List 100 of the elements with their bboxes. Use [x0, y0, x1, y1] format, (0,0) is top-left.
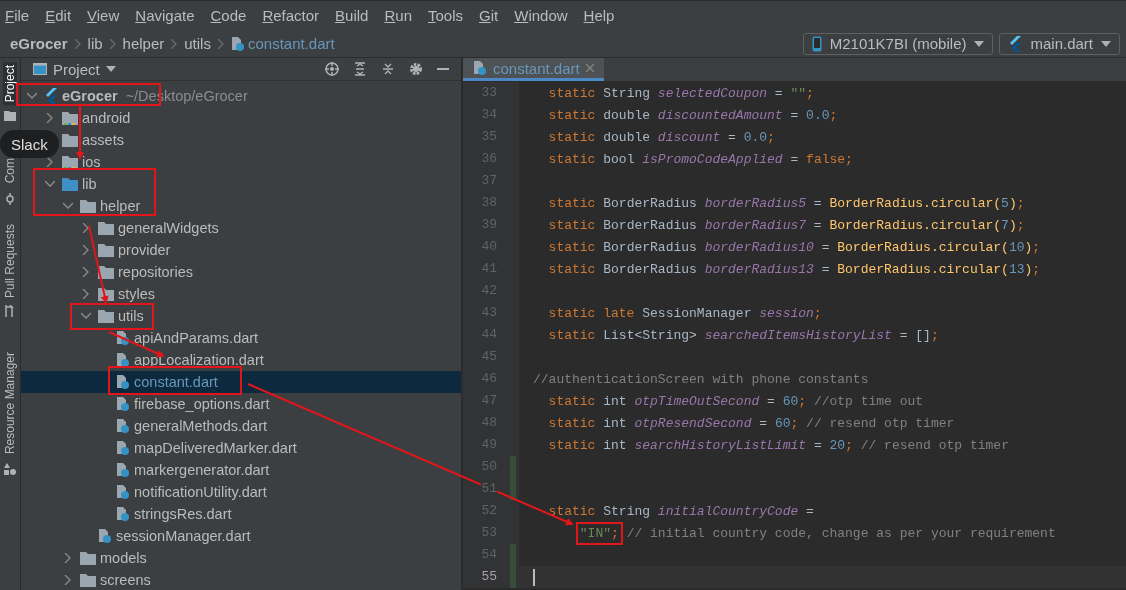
folder-icon	[62, 177, 78, 191]
folder-icon	[98, 221, 114, 235]
tree-item[interactable]: mapDeliveredMarker.dart	[116, 440, 297, 456]
device-selector[interactable]: M2101K7BI (mobile)	[802, 32, 994, 55]
dart-file-icon	[116, 506, 130, 522]
breadcrumb[interactable]: eGrocer	[10, 35, 68, 52]
menu-item[interactable]: Git	[479, 7, 499, 24]
dart-file-icon	[116, 440, 130, 456]
code-line: static double discount = 0.0;	[547, 129, 775, 145]
menu-item[interactable]: File	[5, 7, 30, 24]
tool-window-tab[interactable]: Pull Requests	[3, 220, 17, 301]
tree-item[interactable]: stringsRes.dart	[116, 506, 232, 522]
chevron-right-icon[interactable]	[82, 245, 90, 255]
folder-icon	[80, 573, 96, 587]
tool-window-tab[interactable]: Resource Manager	[3, 348, 17, 457]
menu-item[interactable]: Code	[210, 7, 247, 24]
code-line: static BorderRadius borderRadius10 = BorderRadius.circular(10);	[547, 239, 1041, 255]
text-cursor	[533, 568, 535, 586]
dart-file-icon	[473, 60, 487, 76]
code-line: static bool isPromoCodeApplied = false;	[547, 151, 853, 167]
chevron-right-icon[interactable]	[82, 223, 90, 233]
annotation-arrow	[76, 105, 84, 160]
tool-window-tab[interactable]: Com	[3, 155, 17, 187]
minimize-icon[interactable]	[437, 67, 449, 71]
collapse-all-icon[interactable]	[381, 62, 395, 76]
menu-item[interactable]: Build	[335, 7, 369, 24]
pull-request-icon[interactable]	[4, 304, 16, 317]
panel-title[interactable]: Project	[53, 60, 100, 78]
chevron-down-icon[interactable]	[45, 180, 55, 188]
menu-item[interactable]: Edit	[45, 7, 72, 24]
folder-icon	[62, 133, 78, 147]
code-line: static BorderRadius borderRadius13 = BorderRadius.circular(13);	[547, 261, 1041, 277]
tree-item[interactable]: notificationUtility.dart	[116, 484, 267, 500]
folder-icon	[98, 243, 114, 257]
tree-item[interactable]: generalWidgets	[98, 220, 219, 236]
folder-icon	[80, 551, 96, 565]
dart-file-icon	[116, 462, 130, 478]
chevron-right-icon[interactable]	[64, 575, 72, 585]
menu-item[interactable]: Window	[514, 7, 568, 24]
expand-all-icon[interactable]	[353, 62, 367, 76]
close-icon[interactable]	[585, 64, 594, 72]
shapes-icon[interactable]	[4, 462, 16, 475]
code-line: static List<String> searchedItemsHistoryList = [];	[547, 327, 939, 343]
chevron-right-icon[interactable]	[82, 289, 90, 299]
code-line: static late SessionManager session;	[547, 305, 822, 321]
tree-item[interactable]: provider	[98, 242, 171, 258]
chevron-down-icon[interactable]	[27, 92, 37, 100]
tree-item[interactable]: assets	[62, 132, 124, 148]
chevron-right-icon[interactable]	[46, 113, 54, 123]
breadcrumb-separator-icon	[73, 38, 82, 49]
chevron-down-icon[interactable]	[81, 312, 91, 320]
menu-item[interactable]: Help	[583, 7, 615, 24]
code-line: static int searchHistoryListLimit = 20; // resend otp timer	[547, 437, 1009, 453]
dart-file-icon	[98, 528, 112, 544]
tree-item[interactable]: utils	[98, 308, 144, 324]
menu-item[interactable]: Run	[384, 7, 412, 24]
breadcrumb-separator-icon	[170, 38, 179, 49]
tree-item[interactable]: sessionManager.dart	[98, 528, 251, 544]
locate-icon[interactable]	[325, 62, 339, 76]
code-line: static String initialCountryCode =	[547, 503, 814, 519]
tree-item[interactable]: helper	[80, 198, 141, 214]
tree-item[interactable]: generalMethods.dart	[116, 418, 267, 434]
tree-item[interactable]: styles	[98, 286, 156, 302]
breadcrumb[interactable]: lib	[87, 35, 103, 52]
code-line: //authenticationScreen with phone constants	[533, 371, 869, 387]
tree-item[interactable]: appLocalization.dart	[116, 352, 264, 368]
tree-item[interactable]: ios	[62, 154, 101, 170]
phone-icon	[811, 35, 822, 52]
tool-window-tab[interactable]: Project	[3, 62, 17, 106]
tree-item[interactable]: screens	[80, 572, 151, 588]
tree-item[interactable]: apiAndParams.dart	[116, 330, 259, 346]
menu-item[interactable]: Refactor	[262, 7, 320, 24]
tree-item[interactable]: lib	[62, 176, 97, 192]
breadcrumb[interactable]: helper	[122, 35, 165, 52]
tree-item[interactable]: markergenerator.dart	[116, 462, 270, 478]
chevron-right-icon[interactable]	[64, 553, 72, 563]
tree-item[interactable]: constant.dart	[116, 374, 218, 390]
menu-item[interactable]: Tools	[428, 7, 464, 24]
breadcrumb[interactable]: utils	[184, 35, 211, 52]
tree-item[interactable]: firebase_options.dart	[116, 396, 270, 412]
commit-icon[interactable]	[4, 192, 16, 205]
folder-icon[interactable]	[4, 111, 16, 122]
tree-item[interactable]: models	[80, 550, 147, 566]
tree-item[interactable]: repositories	[98, 264, 193, 280]
dart-file-icon	[116, 374, 130, 390]
tree-item[interactable]: android	[62, 110, 131, 126]
settings-icon[interactable]	[409, 62, 423, 76]
chevron-right-icon[interactable]	[82, 267, 90, 277]
menu-item[interactable]: Navigate	[135, 7, 195, 24]
menu-item[interactable]: View	[87, 7, 120, 24]
code-line: static int otpTimeOutSecond = 60; //otp time out	[547, 393, 924, 409]
flutter-icon	[1008, 35, 1023, 52]
caret-icon	[105, 66, 116, 72]
tree-item[interactable]: eGrocer	[44, 88, 118, 104]
breadcrumb[interactable]: constant.dart	[230, 35, 335, 52]
code-line: static int otpResendSecond = 60; // resend otp timer	[547, 415, 955, 431]
chevron-down-icon[interactable]	[63, 202, 73, 210]
folder-icon	[62, 111, 78, 125]
run-config-selector[interactable]: main.dart	[999, 32, 1120, 55]
breadcrumb-separator-icon	[216, 38, 225, 49]
